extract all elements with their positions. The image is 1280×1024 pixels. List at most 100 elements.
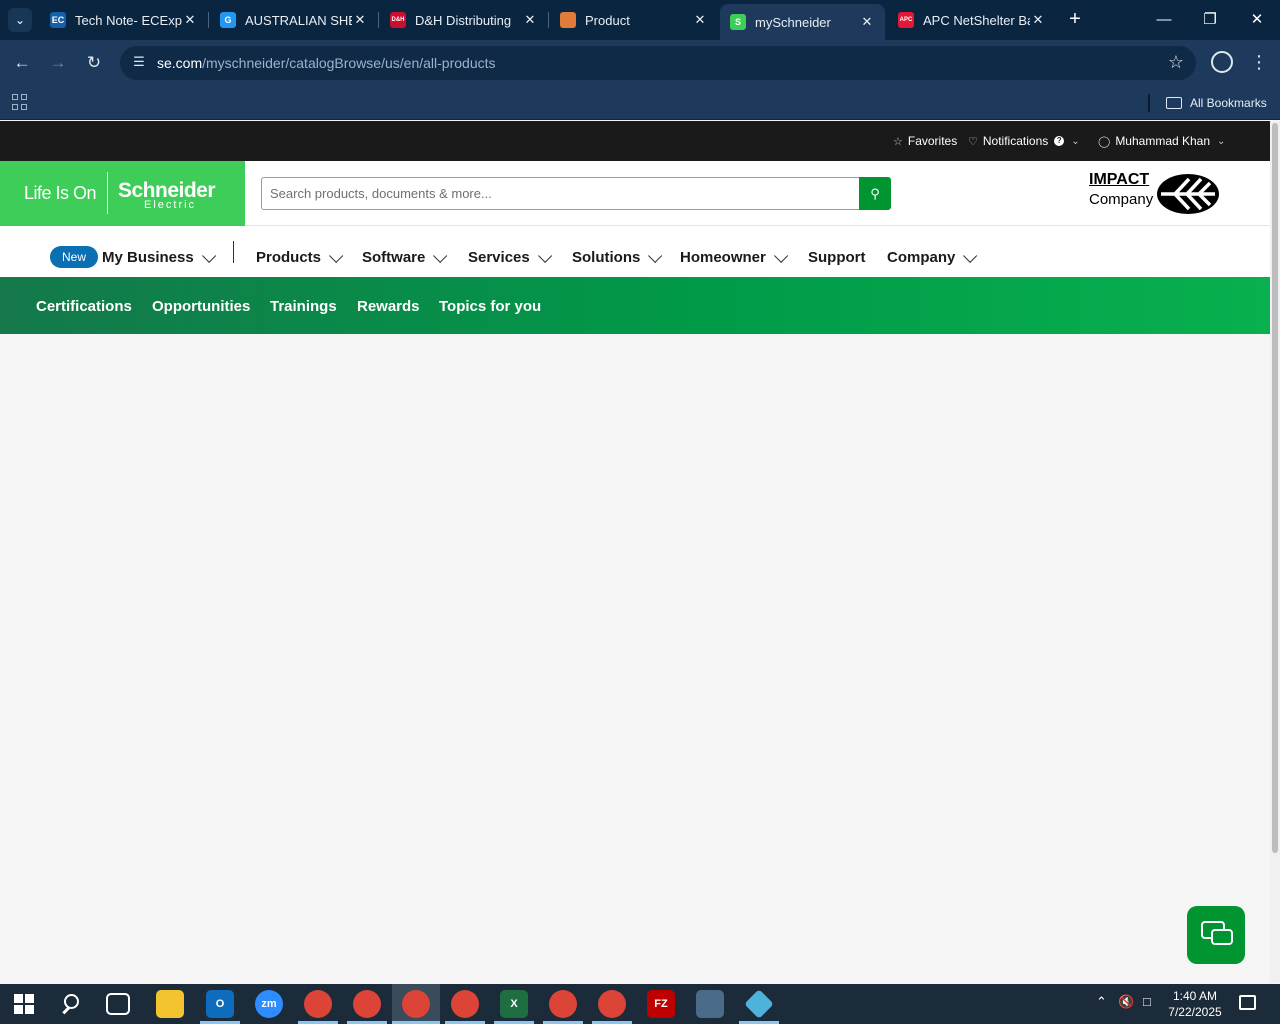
- close-icon[interactable]: ✕: [352, 12, 368, 28]
- taskbar-clock[interactable]: 1:40 AM 7/22/2025: [1162, 988, 1228, 1020]
- g-favicon-icon: G: [220, 12, 236, 28]
- volume-muted-icon[interactable]: 🔇: [1118, 994, 1134, 1010]
- network-icon[interactable]: □: [1143, 994, 1151, 1009]
- utility-bar: ☆ Favorites ♡ Notifications ? ⌄ ◯ Muhamm…: [0, 121, 1270, 161]
- close-icon[interactable]: ✕: [522, 12, 538, 28]
- forward-arrow-icon[interactable]: →: [46, 51, 70, 75]
- app-diamond-icon[interactable]: [744, 989, 774, 1019]
- chrome-icon[interactable]: [353, 990, 381, 1018]
- chevron-down-icon: [963, 248, 978, 263]
- back-arrow-icon[interactable]: ←: [10, 51, 34, 75]
- nav-homeowner[interactable]: Homeowner: [680, 248, 789, 266]
- subnav-opportunities[interactable]: Opportunities: [152, 298, 250, 315]
- nav-software[interactable]: Software: [362, 248, 448, 266]
- all-bookmarks-button[interactable]: All Bookmarks: [1166, 92, 1267, 114]
- reload-icon[interactable]: ↻: [82, 51, 106, 75]
- url-text[interactable]: se.com/myschneider/catalogBrowse/us/en/a…: [157, 55, 496, 71]
- close-icon[interactable]: ✕: [1030, 12, 1046, 28]
- close-icon[interactable]: ✕: [692, 12, 708, 28]
- tab-myschneider[interactable]: S mySchneider ✕: [720, 4, 885, 40]
- info-icon: ?: [1054, 136, 1065, 146]
- chevron-down-icon: [537, 248, 552, 263]
- site-settings-icon[interactable]: ☰: [130, 54, 148, 72]
- chrome-icon[interactable]: [304, 990, 332, 1018]
- tab-tech-note[interactable]: EC Tech Note- ECExpr ✕: [40, 6, 208, 34]
- nav-company[interactable]: Company: [887, 248, 978, 266]
- restore-icon[interactable]: ❐: [1198, 8, 1222, 32]
- filezilla-icon[interactable]: FZ: [647, 990, 675, 1018]
- schneider-favicon-icon: S: [730, 14, 746, 30]
- tab-product[interactable]: Product ✕: [550, 6, 718, 34]
- task-view-icon[interactable]: [106, 993, 130, 1015]
- tab-apc-netshelter[interactable]: APC APC NetShelter Ba ✕: [888, 6, 1056, 34]
- close-icon[interactable]: ✕: [182, 12, 198, 28]
- box-favicon-icon: [560, 12, 576, 28]
- page-scrollbar[interactable]: [1270, 121, 1280, 983]
- sub-navigation: Certifications Opportunities Trainings R…: [0, 277, 1270, 334]
- browser-toolbar: ← → ↻ ☰ se.com/myschneider/catalogBrowse…: [0, 40, 1280, 86]
- outlook-icon[interactable]: O: [206, 990, 234, 1018]
- search-button[interactable]: ⚲: [859, 177, 891, 210]
- main-navigation: New My Business Products Software Servic…: [0, 226, 1270, 277]
- dh-favicon-icon: D&H: [390, 12, 406, 28]
- favorites-link[interactable]: ☆ Favorites: [893, 134, 957, 148]
- chevron-down-icon: [648, 248, 663, 263]
- chrome-icon[interactable]: [451, 990, 479, 1018]
- nav-my-business[interactable]: My Business: [102, 248, 216, 266]
- action-center-icon[interactable]: [1239, 995, 1256, 1010]
- tab-search-chevron-icon[interactable]: ⌄: [8, 8, 32, 32]
- notifications-menu[interactable]: ♡ Notifications ? ⌄: [968, 134, 1080, 148]
- calculator-icon[interactable]: [696, 990, 724, 1018]
- tab-dh-distributing[interactable]: D&H D&H Distributing ✕: [380, 6, 548, 34]
- search-box: [261, 177, 860, 210]
- apps-grid-icon[interactable]: [12, 94, 28, 110]
- new-tab-plus-icon[interactable]: +: [1064, 8, 1086, 30]
- folder-icon: [1166, 97, 1182, 109]
- user-menu[interactable]: ◯ Muhammad Khan ⌄: [1098, 134, 1225, 148]
- star-icon: ☆: [893, 135, 903, 148]
- chevron-down-icon: [201, 248, 216, 263]
- nav-products[interactable]: Products: [256, 248, 344, 266]
- nav-solutions[interactable]: Solutions: [572, 248, 663, 266]
- subnav-trainings[interactable]: Trainings: [270, 298, 337, 315]
- chrome-icon[interactable]: [549, 990, 577, 1018]
- chevron-down-icon: [329, 248, 344, 263]
- chat-button[interactable]: [1187, 906, 1245, 964]
- more-menu-icon[interactable]: ⋮: [1250, 50, 1268, 74]
- chevron-down-icon: ⌄: [1217, 135, 1226, 147]
- apc-favicon-icon: APC: [898, 12, 914, 28]
- windows-start-icon[interactable]: [14, 994, 34, 1014]
- file-explorer-icon[interactable]: [156, 990, 184, 1018]
- chrome-icon[interactable]: [598, 990, 626, 1018]
- impact-company-logo: IMPACT Company: [1089, 171, 1224, 219]
- new-badge: New: [50, 246, 99, 268]
- site-header: Life Is On Schneider Electric ⚲ IMPACT C…: [0, 161, 1270, 226]
- tray-chevron-up-icon[interactable]: ⌃: [1096, 994, 1107, 1010]
- subnav-topics-for-you[interactable]: Topics for you: [439, 298, 541, 315]
- bookmarks-bar: All Bookmarks: [0, 86, 1280, 120]
- windows-taskbar: O zm X FZ ⌃ 🔇 □ 1:40 AM 7/22/2025: [0, 984, 1280, 1024]
- search-input[interactable]: [262, 178, 859, 209]
- schneider-logo[interactable]: Life Is On Schneider Electric: [0, 161, 245, 226]
- subnav-rewards[interactable]: Rewards: [357, 298, 420, 315]
- chevron-down-icon: ⌄: [1071, 135, 1080, 147]
- minimize-icon[interactable]: —: [1152, 8, 1176, 32]
- chrome-icon[interactable]: [402, 990, 430, 1018]
- bell-icon: ♡: [968, 135, 978, 148]
- profile-icon[interactable]: [1211, 51, 1233, 73]
- address-bar[interactable]: ☰ se.com/myschneider/catalogBrowse/us/en…: [120, 46, 1196, 80]
- subnav-certifications[interactable]: Certifications: [36, 298, 132, 315]
- zoom-icon[interactable]: zm: [255, 990, 283, 1018]
- bookmark-star-icon[interactable]: ☆: [1168, 52, 1184, 73]
- nav-services[interactable]: Services: [468, 248, 552, 266]
- taskbar-search-icon[interactable]: [60, 992, 84, 1016]
- chevron-down-icon: [433, 248, 448, 263]
- excel-icon[interactable]: X: [500, 990, 528, 1018]
- tab-australian-shep[interactable]: G AUSTRALIAN SHEP ✕: [210, 6, 378, 34]
- leaf-icon: [1157, 174, 1219, 214]
- nav-support[interactable]: Support: [808, 249, 866, 266]
- chevron-down-icon: [773, 248, 789, 263]
- window-close-icon[interactable]: ✕: [1245, 8, 1269, 32]
- ec-favicon-icon: EC: [50, 12, 66, 28]
- close-icon[interactable]: ✕: [859, 14, 875, 30]
